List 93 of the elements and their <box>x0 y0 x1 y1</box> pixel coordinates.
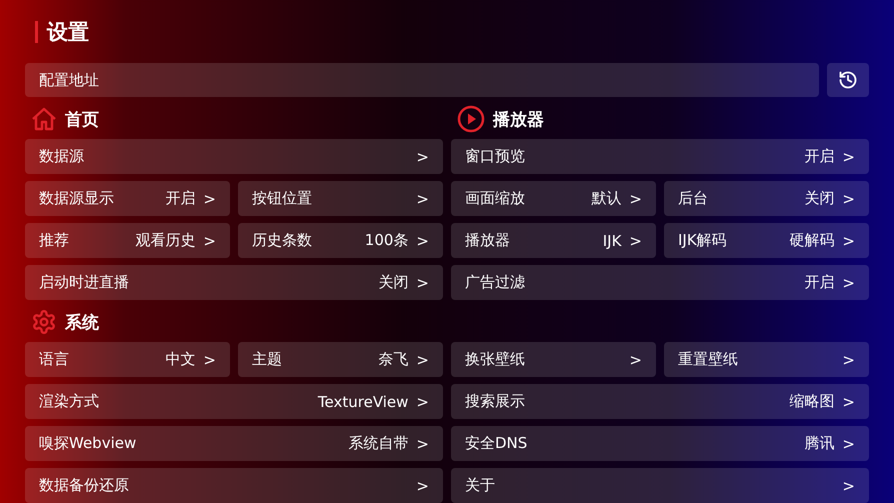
setting-label: 后台 <box>678 189 709 208</box>
title-accent-bar <box>35 21 38 43</box>
chevron-icon: > <box>416 148 429 166</box>
chevron-icon: > <box>842 148 855 166</box>
section-heading: 系统 <box>65 312 99 334</box>
chevron-icon: > <box>842 190 855 208</box>
setting-item[interactable]: 渲染方式 TextureView > <box>25 384 443 419</box>
setting-item[interactable]: 安全DNS 腾讯 > <box>451 426 869 461</box>
setting-value: 观看历史 <box>135 231 196 250</box>
setting-label: 启动时进直播 <box>39 273 130 292</box>
setting-value: 缩略图 <box>789 392 834 411</box>
chevron-icon: > <box>842 434 855 452</box>
setting-value: 硬解码 <box>789 231 834 250</box>
setting-item[interactable]: 推荐 观看历史 > <box>25 223 230 258</box>
page-title: 设置 <box>47 19 89 46</box>
chevron-icon: > <box>842 350 855 368</box>
history-icon <box>838 70 858 90</box>
setting-label: 安全DNS <box>465 434 528 453</box>
chevron-icon: > <box>416 350 429 368</box>
chevron-icon: > <box>842 392 855 410</box>
home-icon <box>31 107 57 131</box>
setting-value: 关闭 <box>378 273 408 292</box>
setting-value: 100条 <box>364 231 408 250</box>
section-heading: 播放器 <box>493 108 544 130</box>
config-address-field[interactable]: 配置地址 <box>25 63 819 97</box>
setting-item[interactable]: 数据源显示 开启 > <box>25 181 230 216</box>
chevron-icon: > <box>416 434 429 452</box>
setting-label: 主题 <box>252 350 283 369</box>
chevron-icon: > <box>629 190 642 208</box>
chevron-icon: > <box>629 350 642 368</box>
setting-label: 关于 <box>465 476 496 495</box>
chevron-icon: > <box>416 274 429 292</box>
setting-label: 广告过滤 <box>465 273 526 292</box>
setting-value: 开启 <box>804 147 834 166</box>
setting-item[interactable]: 换张壁纸 > <box>451 342 656 377</box>
setting-label: 数据源显示 <box>39 189 115 208</box>
setting-item[interactable]: 数据备份还原 > <box>25 468 443 503</box>
setting-item[interactable]: 重置壁纸 > <box>664 342 869 377</box>
setting-item[interactable]: IJK解码 硬解码 > <box>664 223 869 258</box>
chevron-icon: > <box>842 476 855 494</box>
chevron-icon: > <box>203 232 216 250</box>
setting-label: 换张壁纸 <box>465 350 526 369</box>
setting-value: 关闭 <box>804 189 834 208</box>
setting-item[interactable]: 历史条数 100条 > <box>238 223 443 258</box>
setting-item[interactable]: 画面缩放 默认 > <box>451 181 656 216</box>
setting-value: 开启 <box>165 189 196 208</box>
history-button[interactable] <box>827 63 869 97</box>
setting-item[interactable]: 按钮位置 > <box>238 181 443 216</box>
setting-label: 推荐 <box>39 231 70 250</box>
setting-item[interactable]: 广告过滤 开启 > <box>451 265 869 300</box>
setting-value: 腾讯 <box>804 434 834 453</box>
setting-item[interactable]: 关于 > <box>451 468 869 503</box>
setting-label: 重置壁纸 <box>678 350 739 369</box>
chevron-icon: > <box>842 232 855 250</box>
chevron-icon: > <box>842 274 855 292</box>
setting-label: 历史条数 <box>252 231 313 250</box>
chevron-icon: > <box>203 350 216 368</box>
setting-label: 按钮位置 <box>252 189 313 208</box>
setting-label: 渲染方式 <box>39 392 100 411</box>
setting-label: 搜索展示 <box>465 392 526 411</box>
setting-item[interactable]: 播放器 IJK > <box>451 223 656 258</box>
setting-value: 默认 <box>591 189 622 208</box>
setting-item[interactable]: 搜索展示 缩略图 > <box>451 384 869 419</box>
setting-item[interactable]: 窗口预览 开启 > <box>451 139 869 174</box>
setting-label: 播放器 <box>465 231 511 250</box>
setting-value: 中文 <box>165 350 196 369</box>
chevron-icon: > <box>203 190 216 208</box>
setting-value: 奈飞 <box>378 350 408 369</box>
setting-item[interactable]: 主题 奈飞 > <box>238 342 443 377</box>
setting-label: 画面缩放 <box>465 189 526 208</box>
setting-label: 嗅探Webview <box>39 434 138 453</box>
setting-label: 数据备份还原 <box>39 476 130 495</box>
settings-icon <box>31 309 57 335</box>
setting-label: IJK解码 <box>678 231 728 250</box>
setting-value: IJK <box>602 232 622 250</box>
chevron-icon: > <box>416 232 429 250</box>
chevron-icon: > <box>629 232 642 250</box>
chevron-icon: > <box>416 392 429 410</box>
setting-item[interactable]: 语言 中文 > <box>25 342 230 377</box>
setting-item[interactable]: 嗅探Webview 系统自带 > <box>25 426 443 461</box>
setting-label: 窗口预览 <box>465 147 526 166</box>
setting-value: 系统自带 <box>348 434 408 453</box>
chevron-icon: > <box>416 190 429 208</box>
setting-label: 数据源 <box>39 147 85 166</box>
setting-value: TextureView <box>318 392 408 410</box>
setting-item[interactable]: 启动时进直播 关闭 > <box>25 265 443 300</box>
setting-value: 开启 <box>804 273 834 292</box>
setting-item[interactable]: 数据源 > <box>25 139 443 174</box>
chevron-icon: > <box>416 476 429 494</box>
setting-item[interactable]: 后台 关闭 > <box>664 181 869 216</box>
section-heading: 首页 <box>65 108 99 130</box>
play-icon <box>457 105 485 133</box>
setting-label: 语言 <box>39 350 70 369</box>
